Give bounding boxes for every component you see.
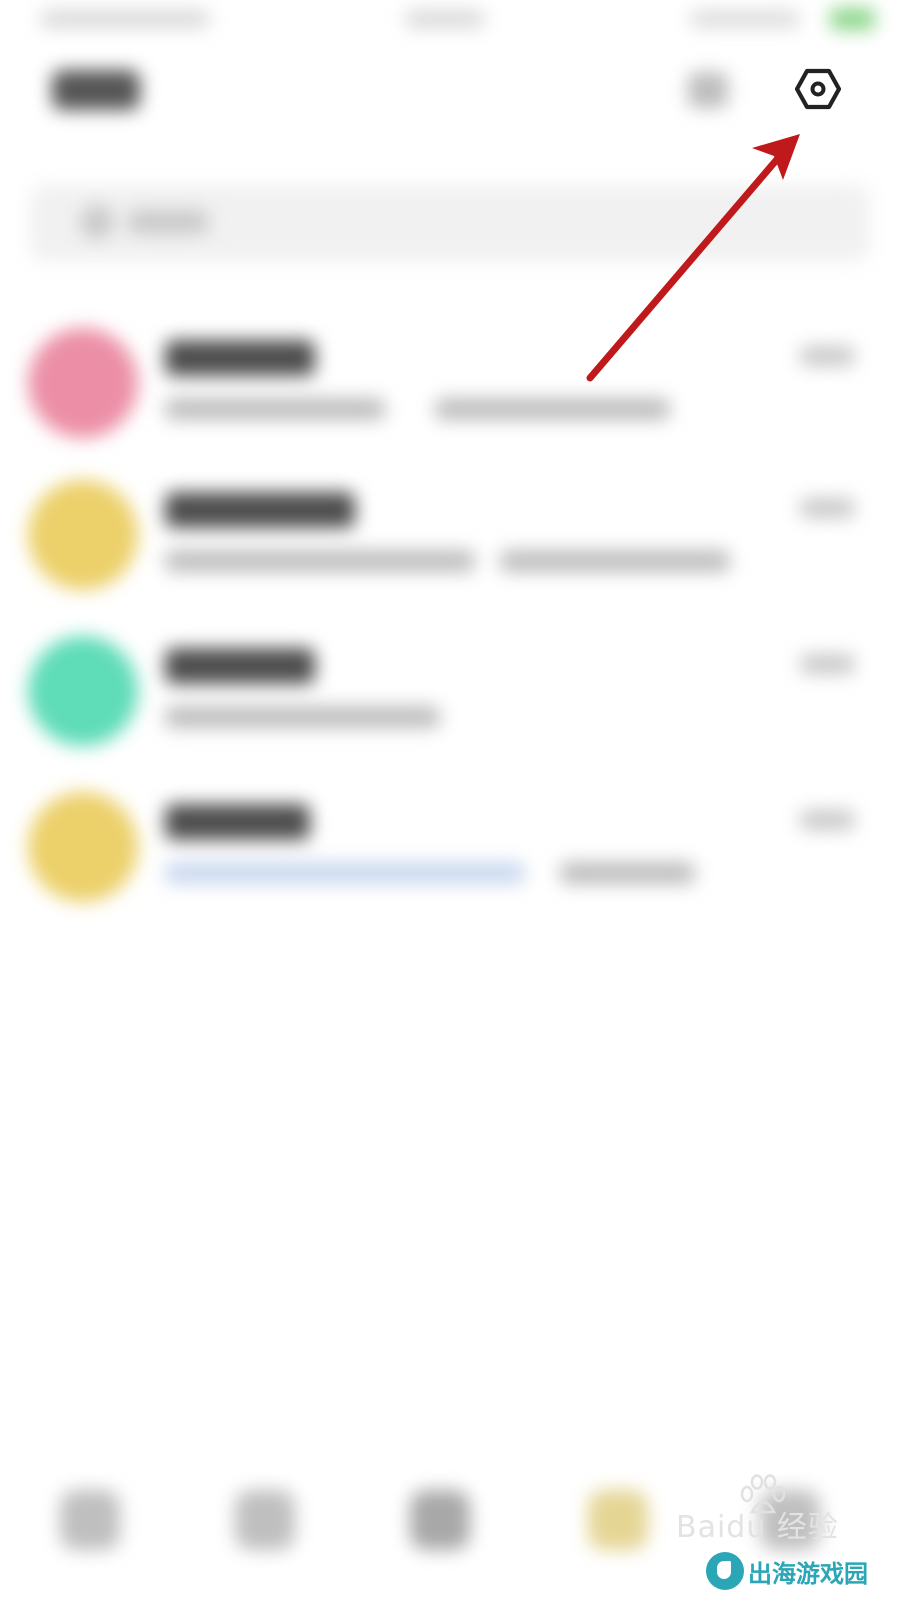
avatar: [28, 636, 138, 746]
avatar: [28, 792, 138, 902]
list-item[interactable]: [0, 618, 900, 768]
hexagon-settings-icon: [794, 68, 842, 110]
list-item[interactable]: [0, 774, 900, 924]
list-item[interactable]: [0, 462, 900, 612]
nav-tab-3-icon[interactable]: [410, 1490, 470, 1550]
conversation-name: [165, 648, 315, 684]
status-bar-indicators: [690, 10, 800, 28]
watermark: Baidu 经验 出海游戏园: [676, 1470, 891, 1595]
conversation-preview-2: [435, 398, 670, 420]
settings-button[interactable]: [794, 66, 842, 112]
battery-icon: [830, 8, 875, 30]
search-icon: [80, 205, 114, 239]
page-title: [52, 70, 140, 110]
nav-tab-1-icon[interactable]: [60, 1490, 120, 1550]
conversation-time: [800, 498, 855, 518]
conversation-preview: [165, 706, 440, 728]
status-bar-carrier: [40, 10, 210, 28]
conversation-time: [800, 654, 855, 674]
site-name: 出海游戏园: [748, 1559, 868, 1588]
site-logo-icon: [706, 1552, 744, 1590]
conversation-name: [165, 340, 315, 376]
conversation-preview: [165, 550, 475, 572]
site-watermark: 出海游戏园: [706, 1552, 868, 1590]
conversation-preview: [165, 398, 385, 420]
search-placeholder: [128, 210, 208, 234]
baidu-jingyan-watermark: Baidu 经验: [676, 1510, 839, 1545]
annotation-arrow: [586, 134, 800, 382]
status-bar-time: [405, 10, 485, 28]
nav-tab-4-icon[interactable]: [588, 1490, 648, 1550]
status-bar: [0, 0, 900, 40]
conversation-time: [800, 810, 855, 830]
conversation-preview-link: [165, 862, 525, 884]
conversation-name: [165, 804, 310, 840]
add-icon[interactable]: [688, 72, 728, 108]
phone-screen: Baidu 经验 出海游戏园: [0, 0, 900, 1600]
conversation-name: [165, 492, 355, 528]
conversation-preview-2: [560, 862, 695, 884]
avatar: [28, 480, 138, 590]
nav-tab-2-icon[interactable]: [235, 1490, 295, 1550]
avatar: [28, 328, 138, 438]
conversation-preview-2: [500, 550, 730, 572]
